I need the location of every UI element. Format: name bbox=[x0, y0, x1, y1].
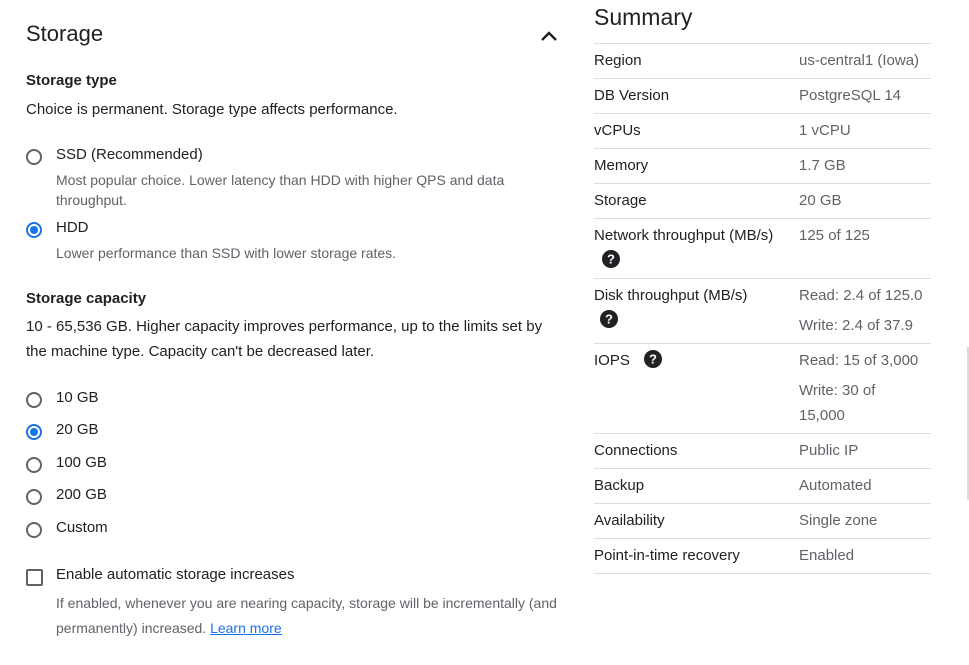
storage-section-header[interactable]: Storage bbox=[26, 20, 566, 50]
summary-row-network-throughput: Network throughput (MB/s) ? 125 of 125 bbox=[594, 219, 931, 279]
summary-row-disk-throughput: Disk throughput (MB/s) ? Read: 2.4 of 12… bbox=[594, 279, 931, 344]
option-label: 100 GB bbox=[56, 454, 107, 471]
radio-100gb[interactable] bbox=[26, 457, 42, 473]
row-key-text: Network throughput (MB/s) bbox=[594, 227, 774, 244]
option-label: 20 GB bbox=[56, 421, 99, 438]
row-key: Region bbox=[594, 52, 642, 69]
row-key: Backup bbox=[594, 477, 645, 494]
svg-text:?: ? bbox=[607, 252, 615, 267]
capacity-option-10gb[interactable]: 10 GB bbox=[26, 389, 226, 413]
row-key: vCPUs bbox=[594, 122, 641, 139]
row-value: 125 of 125 bbox=[799, 227, 870, 244]
auto-increase-hint-text: If enabled, whenever you are nearing cap… bbox=[56, 595, 557, 636]
row-value: Read: 15 of 3,000 Write: 30 of 15,000 bbox=[799, 348, 931, 428]
capacity-option-200gb[interactable]: 200 GB bbox=[26, 486, 226, 510]
collapse-section-button[interactable] bbox=[534, 22, 564, 50]
row-key: Disk throughput (MB/s) ? bbox=[594, 283, 799, 338]
radio-custom[interactable] bbox=[26, 522, 42, 538]
summary-row-pitr: Point-in-time recovery Enabled bbox=[594, 539, 931, 574]
row-key: Storage bbox=[594, 192, 647, 209]
storage-type-heading: Storage type bbox=[26, 72, 117, 89]
storage-type-option-ssd[interactable]: SSD (Recommended) bbox=[26, 146, 566, 170]
row-value: 1.7 GB bbox=[799, 157, 846, 174]
summary-row-availability: Availability Single zone bbox=[594, 504, 931, 539]
write-value: Write: 2.4 of 37.9 bbox=[799, 317, 913, 334]
summary-row-backup: Backup Automated bbox=[594, 469, 931, 504]
capacity-option-custom[interactable]: Custom bbox=[26, 519, 226, 543]
cloud-sql-instance-config-page: Storage Storage type Choice is permanent… bbox=[0, 0, 969, 665]
chevron-up-icon bbox=[541, 31, 557, 41]
row-value: Enabled bbox=[799, 547, 855, 564]
read-value: Read: 2.4 of 125.0 bbox=[799, 287, 923, 304]
row-value: 1 vCPU bbox=[799, 122, 851, 139]
row-key-text: IOPS bbox=[594, 352, 630, 369]
row-value: Read: 2.4 of 125.0 Write: 2.4 of 37.9 bbox=[799, 283, 931, 338]
hdd-hint: Lower performance than SSD with lower st… bbox=[56, 245, 397, 261]
option-label: SSD (Recommended) bbox=[56, 146, 203, 163]
radio-10gb[interactable] bbox=[26, 392, 42, 408]
storage-section-title: Storage bbox=[26, 21, 104, 46]
storage-capacity-heading: Storage capacity bbox=[26, 290, 147, 307]
row-key: Connections bbox=[594, 442, 678, 459]
row-value: Single zone bbox=[799, 512, 878, 529]
capacity-option-20gb[interactable]: 20 GB bbox=[26, 421, 226, 445]
row-key: Network throughput (MB/s) ? bbox=[594, 223, 799, 273]
row-value: Public IP bbox=[799, 442, 859, 459]
summary-row-memory: Memory 1.7 GB bbox=[594, 149, 931, 184]
storage-type-option-hdd[interactable]: HDD bbox=[26, 219, 566, 243]
storage-type-description: Choice is permanent. Storage type affect… bbox=[26, 101, 398, 118]
radio-hdd[interactable] bbox=[26, 222, 42, 238]
radio-20gb[interactable] bbox=[26, 424, 42, 440]
row-key: Memory bbox=[594, 157, 649, 174]
help-icon[interactable]: ? bbox=[600, 310, 618, 328]
row-key: Point-in-time recovery bbox=[594, 547, 740, 564]
learn-more-link[interactable]: Learn more bbox=[210, 620, 282, 636]
option-label: 200 GB bbox=[56, 486, 107, 503]
option-label: Enable automatic storage increases bbox=[56, 566, 295, 583]
storage-capacity-description: 10 - 65,536 GB. Higher capacity improves… bbox=[26, 318, 543, 360]
summary-row-vcpus: vCPUs 1 vCPU bbox=[594, 114, 931, 149]
summary-table: Region us-central1 (Iowa) DB Version Pos… bbox=[594, 43, 931, 574]
capacity-option-100gb[interactable]: 100 GB bbox=[26, 454, 226, 478]
option-label: HDD bbox=[56, 219, 89, 236]
row-key: Availability bbox=[594, 512, 665, 529]
svg-text:?: ? bbox=[605, 312, 613, 327]
ssd-hint: Most popular choice. Lower latency than … bbox=[56, 172, 505, 208]
auto-storage-increase-option[interactable]: Enable automatic storage increases bbox=[26, 566, 346, 590]
summary-row-db-version: DB Version PostgreSQL 14 bbox=[594, 79, 931, 114]
auto-storage-increase-checkbox[interactable] bbox=[26, 569, 43, 586]
help-icon[interactable]: ? bbox=[644, 350, 663, 368]
summary-row-iops: IOPS ? Read: 15 of 3,000 Write: 30 of 15… bbox=[594, 344, 931, 434]
summary-row-region: Region us-central1 (Iowa) bbox=[594, 44, 931, 79]
row-key: DB Version bbox=[594, 87, 670, 104]
row-key: IOPS ? bbox=[594, 348, 799, 428]
auto-increase-hint: If enabled, whenever you are nearing cap… bbox=[56, 591, 566, 641]
row-value: Automated bbox=[799, 477, 872, 494]
option-label: 10 GB bbox=[56, 389, 99, 406]
help-icon[interactable]: ? bbox=[602, 250, 620, 268]
read-value: Read: 15 of 3,000 bbox=[799, 352, 919, 369]
row-value: us-central1 (Iowa) bbox=[799, 52, 920, 69]
summary-row-storage: Storage 20 GB bbox=[594, 184, 931, 219]
radio-ssd[interactable] bbox=[26, 149, 42, 165]
option-label: Custom bbox=[56, 519, 108, 536]
row-value: 20 GB bbox=[799, 192, 842, 209]
write-value: Write: 30 of 15,000 bbox=[799, 382, 876, 424]
summary-row-connections: Connections Public IP bbox=[594, 434, 931, 469]
row-key-text: Disk throughput (MB/s) bbox=[594, 287, 748, 304]
summary-title: Summary bbox=[594, 4, 693, 30]
svg-text:?: ? bbox=[649, 352, 657, 367]
row-value: PostgreSQL 14 bbox=[799, 87, 902, 104]
radio-200gb[interactable] bbox=[26, 489, 42, 505]
